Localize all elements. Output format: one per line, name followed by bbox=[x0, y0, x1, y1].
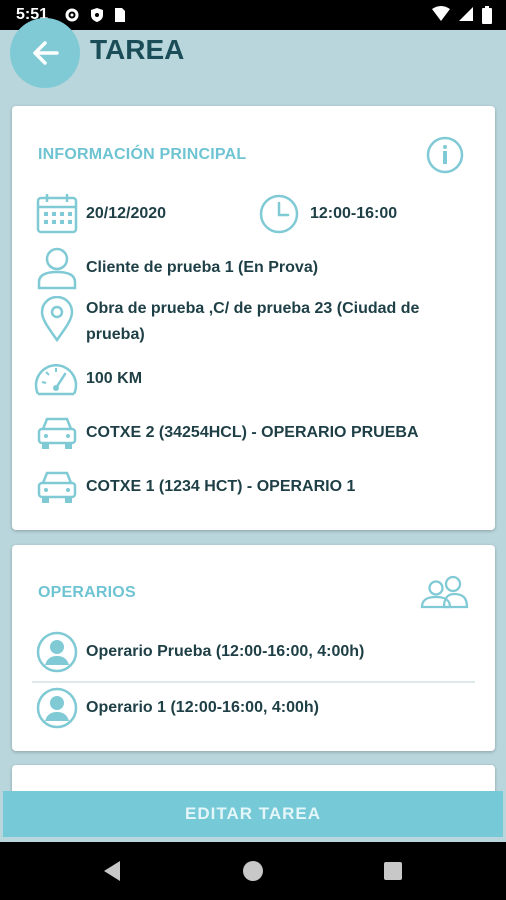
info-section-title: INFORMACIÓN PRINCIPAL bbox=[38, 146, 247, 163]
status-icons-right bbox=[432, 6, 492, 24]
operario-label: Operario Prueba (12:00-16:00, 4:00h) bbox=[86, 643, 365, 660]
list-item[interactable]: Operario Prueba (12:00-16:00, 4:00h) bbox=[34, 629, 364, 675]
distance-value: 100 KM bbox=[86, 370, 143, 387]
settings-icon bbox=[65, 8, 79, 22]
nav-home-icon[interactable] bbox=[243, 861, 263, 881]
wifi-icon bbox=[432, 6, 450, 21]
car-icon bbox=[34, 410, 80, 456]
address-row: Obra de prueba ,C/ de prueba 23 (Ciudad … bbox=[34, 296, 419, 348]
status-bar: 5:51 bbox=[0, 0, 506, 30]
vehicle-2-label: COTXE 1 (1234 HCT) - OPERARIO 1 bbox=[86, 478, 356, 495]
operarios-card: OPERARIOS Operario Prueba (12:00-16:00, … bbox=[12, 545, 495, 751]
edit-task-button[interactable]: EDITAR TAREA bbox=[3, 791, 503, 837]
back-button[interactable] bbox=[10, 18, 80, 88]
time-row: 12:00-16:00 bbox=[256, 191, 397, 237]
vehicle-row-2: COTXE 1 (1234 HCT) - OPERARIO 1 bbox=[34, 464, 355, 510]
location-pin-icon bbox=[34, 296, 80, 342]
arrow-left-icon bbox=[33, 41, 59, 65]
speedometer-icon bbox=[32, 356, 80, 402]
vehicle-row-1: COTXE 2 (34254HCL) - OPERARIO PRUEBA bbox=[34, 410, 419, 456]
task-date: 20/12/2020 bbox=[86, 205, 167, 222]
operarios-section-title: OPERARIOS bbox=[38, 584, 136, 601]
user-icon bbox=[34, 245, 80, 291]
vehicle-1-label: COTXE 2 (34254HCL) - OPERARIO PRUEBA bbox=[86, 424, 419, 441]
nav-recents-icon[interactable] bbox=[384, 862, 402, 880]
battery-icon bbox=[482, 6, 492, 24]
navigation-bar bbox=[0, 842, 506, 900]
operario-label: Operario 1 (12:00-16:00, 4:00h) bbox=[86, 699, 319, 716]
sim-card-icon bbox=[115, 8, 125, 22]
signal-icon bbox=[459, 7, 473, 21]
date-row: 20/12/2020 bbox=[34, 191, 166, 237]
status-icons-left bbox=[64, 7, 126, 23]
nav-back-icon[interactable] bbox=[102, 860, 122, 882]
user-avatar-icon bbox=[34, 629, 80, 675]
clock-icon bbox=[256, 191, 302, 237]
shield-icon bbox=[91, 8, 103, 22]
app-header: TAREA bbox=[0, 18, 506, 90]
user-avatar-icon bbox=[34, 685, 80, 731]
calendar-icon bbox=[34, 191, 80, 237]
info-icon[interactable] bbox=[426, 136, 464, 174]
list-item[interactable]: Operario 1 (12:00-16:00, 4:00h) bbox=[34, 685, 319, 731]
car-icon bbox=[34, 464, 80, 510]
address-line-1: Obra de prueba ,C/ de prueba 23 (Ciudad … bbox=[86, 300, 420, 317]
users-group-icon bbox=[420, 575, 469, 609]
address-line-2: prueba) bbox=[86, 326, 145, 343]
client-row: Cliente de prueba 1 (En Prova) bbox=[34, 245, 318, 291]
client-name: Cliente de prueba 1 (En Prova) bbox=[86, 259, 319, 276]
task-time-range: 12:00-16:00 bbox=[310, 205, 398, 222]
info-card: INFORMACIÓN PRINCIPAL 20/12/2020 12:00-1… bbox=[12, 106, 495, 530]
divider bbox=[32, 681, 475, 683]
page-title: TAREA bbox=[90, 34, 185, 65]
distance-row: 100 KM bbox=[32, 356, 142, 402]
